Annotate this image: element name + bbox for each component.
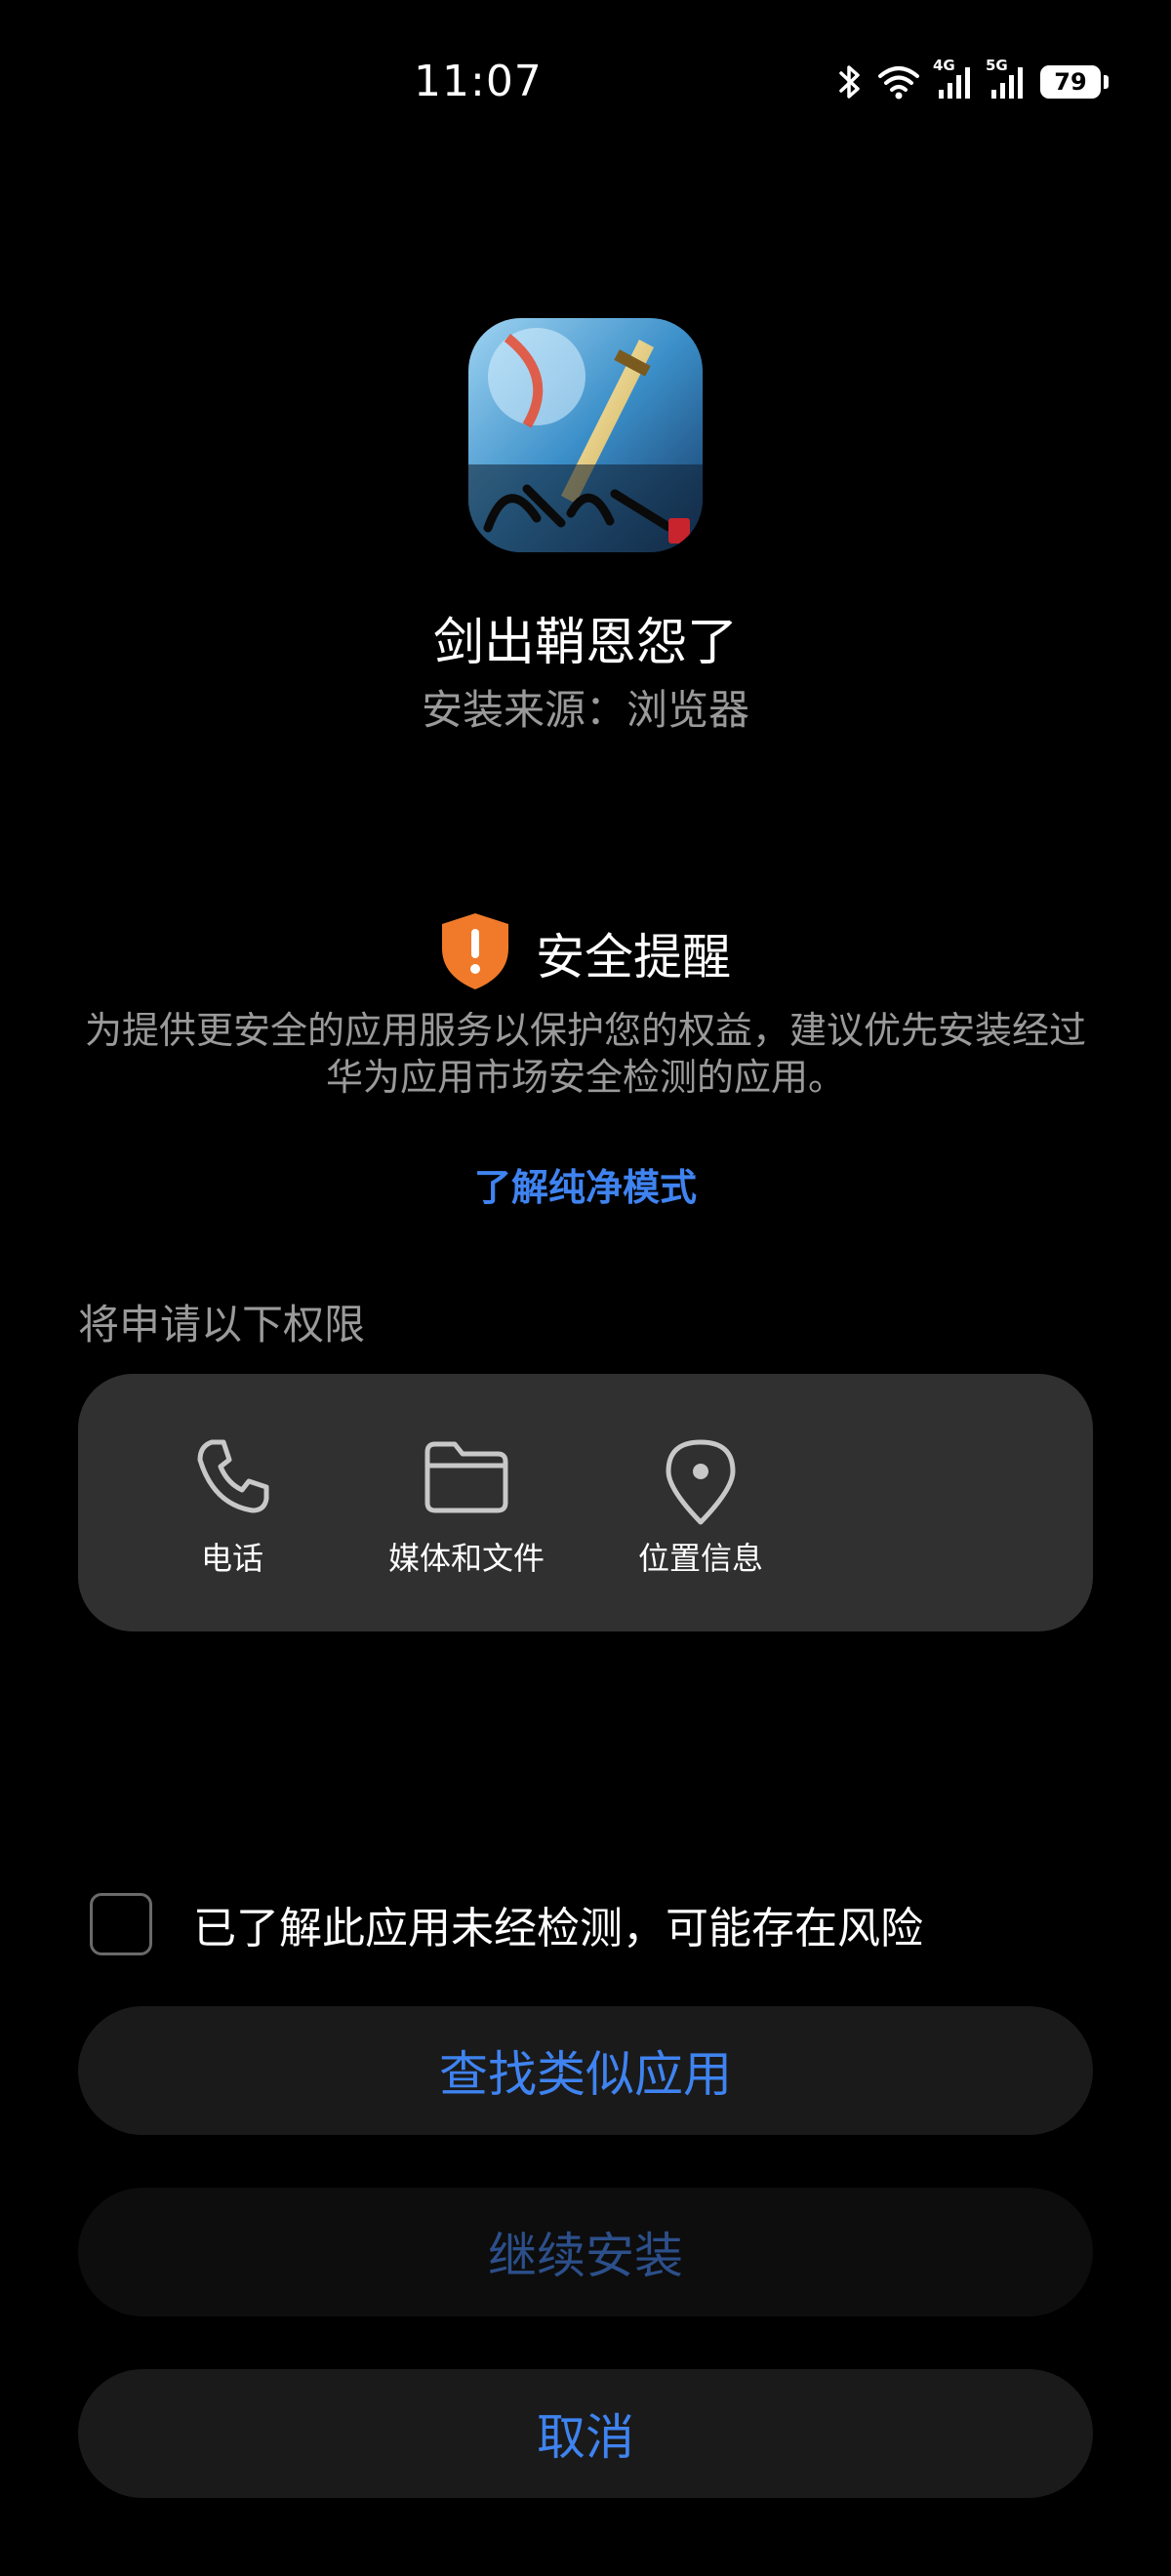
battery-icon: 79 [1040, 65, 1109, 99]
risk-acknowledge-row[interactable]: 已了解此应用未经检测，可能存在风险 [90, 1893, 923, 1955]
app-icon [468, 318, 703, 552]
phone-icon [135, 1434, 330, 1518]
continue-install-button[interactable]: 继续安装 [78, 2188, 1093, 2316]
permission-phone: 电话 [135, 1434, 330, 1579]
permission-label: 媒体和文件 [387, 1540, 545, 1577]
wifi-icon [876, 62, 921, 101]
permission-label: 位置信息 [637, 1540, 763, 1577]
shield-warning-icon [440, 911, 510, 995]
bluetooth-icon [837, 62, 863, 101]
battery-level: 79 [1040, 65, 1101, 99]
risk-acknowledge-text: 已了解此应用未经检测，可能存在风险 [193, 1904, 923, 1953]
install-source: 安装来源：浏览器 [421, 686, 749, 734]
permission-label: 电话 [200, 1540, 263, 1577]
folder-icon [369, 1434, 564, 1518]
status-time: 11:07 [414, 57, 543, 106]
app-name: 剑出鞘恩怨了 [432, 614, 738, 672]
status-icons: 4G 5G 79 [837, 57, 1109, 101]
signal-4g-icon: 4G [933, 57, 974, 101]
find-similar-apps-button[interactable]: 查找类似应用 [78, 2006, 1093, 2135]
learn-pure-mode-link[interactable]: 了解纯净模式 [0, 1157, 1171, 1211]
signal-5g-icon: 5G [986, 57, 1027, 101]
permissions-card: 电话 媒体和文件 位置信息 [78, 1374, 1093, 1631]
risk-acknowledge-checkbox[interactable] [90, 1893, 152, 1955]
status-bar: 11:07 4G 5G 79 [0, 0, 1171, 172]
permissions-title: 将申请以下权限 [78, 1301, 366, 1348]
permission-location: 位置信息 [603, 1434, 798, 1579]
security-title: 安全提醒 [536, 929, 731, 986]
permission-media-files: 媒体和文件 [369, 1434, 564, 1579]
security-description: 为提供更安全的应用服务以保护您的权益，建议优先安装经过华为应用市场安全检测的应用… [84, 1009, 1086, 1099]
security-header: 安全提醒 [0, 911, 1171, 995]
location-pin-icon [603, 1434, 798, 1528]
cancel-button[interactable]: 取消 [78, 2369, 1093, 2498]
